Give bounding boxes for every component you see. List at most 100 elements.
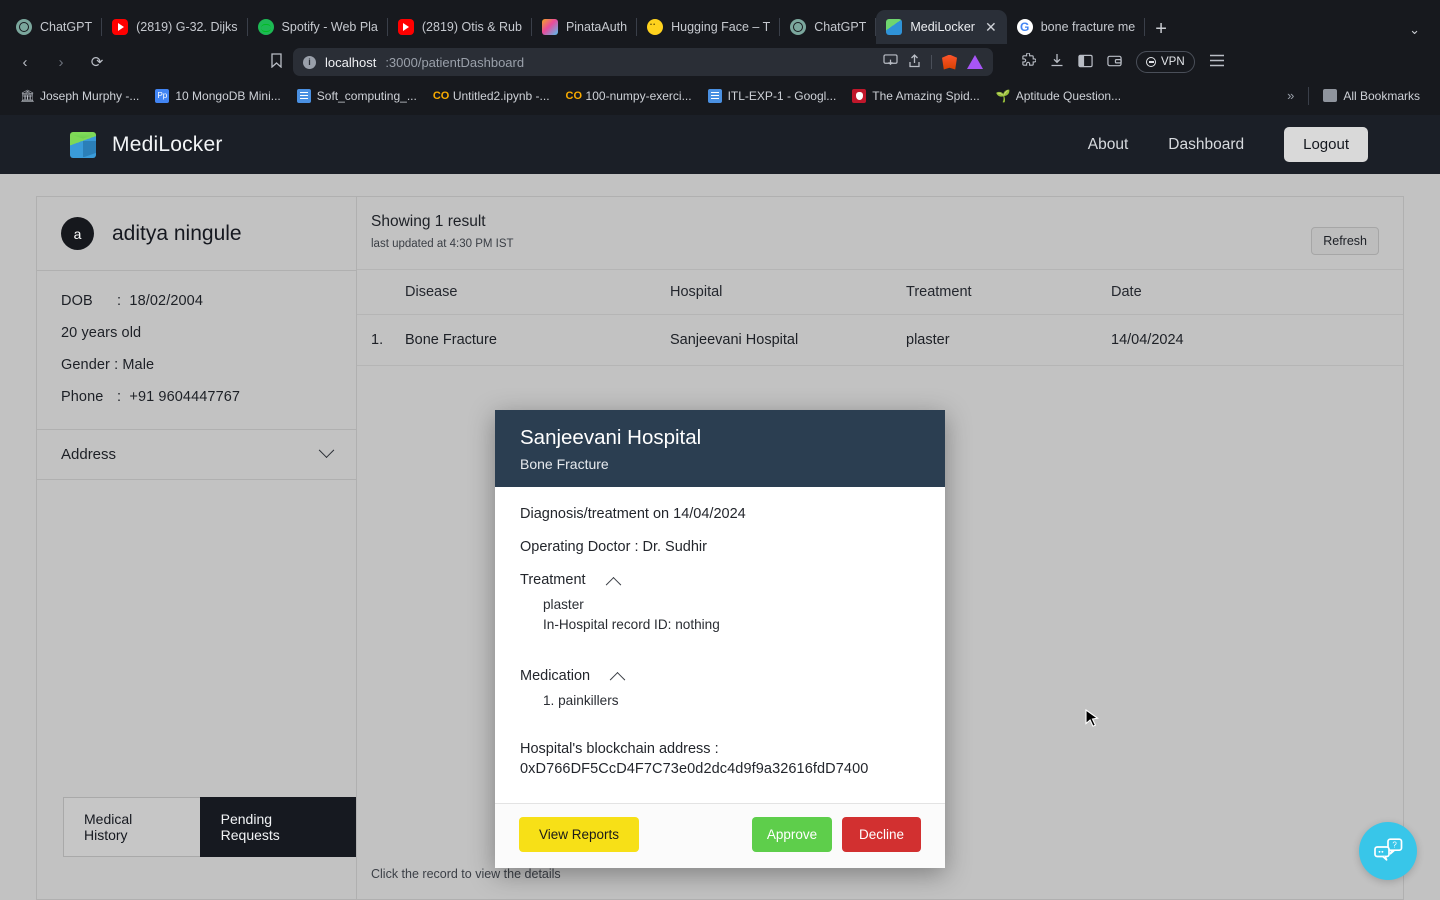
modal-subtitle: Bone Fracture [520, 456, 609, 472]
browser-tab[interactable]: Hugging Face – T [637, 10, 781, 44]
bookmark-item[interactable]: 🏛 Joseph Murphy -... [12, 86, 147, 106]
cast-icon[interactable] [883, 54, 898, 70]
huggingface-icon [647, 19, 664, 35]
close-icon[interactable]: ✕ [985, 20, 997, 34]
new-tab-button[interactable]: + [1145, 14, 1177, 44]
youtube-icon [112, 19, 129, 35]
tab-label: Hugging Face – T [671, 20, 771, 34]
bookmarks-bar: 🏛 Joseph Murphy -... 10 MongoDB Mini... … [0, 80, 1440, 111]
modal-title: Sanjeevani Hospital [520, 426, 702, 449]
diagnosis-line: Diagnosis/treatment on 14/04/2024 [520, 506, 746, 522]
decline-button[interactable]: Decline [842, 817, 921, 853]
url-path: :3000/patientDashboard [385, 54, 525, 70]
bookmarks-overflow-area: » All Bookmarks [1279, 86, 1428, 106]
svg-text:?: ? [1392, 840, 1397, 849]
app-viewport: MediLocker About Dashboard Logout a adit… [0, 115, 1440, 900]
bookmark-item[interactable]: CO Untitled2.ipynb -... [425, 86, 558, 106]
downloads-icon[interactable] [1050, 53, 1064, 71]
docs-icon [707, 88, 722, 103]
share-icon[interactable] [908, 53, 921, 71]
all-bookmarks-button[interactable]: All Bookmarks [1315, 86, 1428, 106]
tab-label: PinataAuth [565, 20, 628, 34]
spider-icon [852, 88, 867, 103]
chatgpt-icon [790, 19, 807, 35]
bookmark-label: Untitled2.ipynb -... [452, 88, 550, 103]
treatment-item: In-Hospital record ID: nothing [543, 617, 720, 633]
tabstrip-right: ⌄ [1397, 22, 1432, 44]
chevron-down-icon[interactable]: ⌄ [1397, 22, 1432, 38]
reload-button[interactable]: ⟳ [84, 49, 110, 75]
tab-label: bone fracture me [1040, 20, 1136, 34]
vpn-button[interactable]: VPN [1136, 51, 1195, 73]
bookmark-item[interactable]: ITL-EXP-1 - Googl... [700, 86, 845, 106]
blockchain-label: Hospital's blockchain address : [520, 741, 719, 758]
tab-label: MediLocker [910, 20, 975, 34]
tab-label: ChatGPT [814, 20, 867, 34]
sidebar-toggle-icon[interactable] [1078, 54, 1093, 71]
vpn-label: VPN [1161, 56, 1185, 68]
docs-icon [296, 88, 311, 103]
tab-label: ChatGPT [40, 20, 93, 34]
perplexity-icon [155, 88, 170, 103]
menu-icon[interactable] [1209, 54, 1225, 70]
bookmark-label: 100-numpy-exerci... [585, 88, 692, 103]
browser-tab-active[interactable]: MediLocker ✕ [876, 10, 1007, 44]
view-reports-button[interactable]: View Reports [519, 817, 639, 853]
browser-tab[interactable]: Spotify - Web Pla [248, 10, 389, 44]
brave-shields-icon[interactable] [942, 54, 957, 70]
blockchain-address-block: Hospital's blockchain address : 0xD766DF… [520, 741, 920, 777]
bookmark-item[interactable]: CO 100-numpy-exerci... [558, 86, 700, 106]
browser-tab[interactable]: (2819) Otis & Rub [388, 10, 532, 44]
navigation-bar: ‹ › ⟳ i localhost:3000/patientDashboard [0, 44, 1440, 80]
bookmark-label: Soft_computing_... [316, 88, 417, 103]
tab-label: (2819) G-32. Dijks [136, 20, 238, 34]
extensions-icon[interactable] [1021, 52, 1037, 71]
tab-label: Spotify - Web Pla [281, 20, 378, 34]
browser-tab[interactable]: ChatGPT [6, 10, 103, 44]
bookmark-item[interactable]: Soft_computing_... [289, 86, 425, 106]
all-bookmarks-label: All Bookmarks [1343, 88, 1420, 103]
modal-footer: View Reports Approve Decline [495, 803, 945, 869]
browser-tab[interactable]: (2819) G-32. Dijks [102, 10, 248, 44]
youtube-icon [397, 19, 414, 35]
tab-strip: ChatGPT (2819) G-32. Dijks Spotify - Web… [0, 0, 1440, 44]
modal-overlay[interactable]: Sanjeevani Hospital Bone Fracture Diagno… [0, 115, 1440, 900]
bookmark-glyph [271, 53, 282, 69]
overflow-icon[interactable]: » [1279, 88, 1302, 103]
url-wrapper: i localhost:3000/patientDashboard VPN [120, 48, 1428, 76]
bookmark-item[interactable]: 10 MongoDB Mini... [147, 86, 288, 106]
spotify-icon [257, 19, 274, 35]
treatment-item: plaster [543, 597, 584, 612]
folder-icon [1323, 89, 1338, 102]
record-detail-modal: Sanjeevani Hospital Bone Fracture Diagno… [495, 410, 945, 869]
url-host: localhost [325, 54, 377, 70]
treatment-header[interactable]: Treatment [520, 572, 920, 593]
bookmark-item[interactable]: The Amazing Spid... [844, 86, 987, 106]
bookmark-label: ITL-EXP-1 - Googl... [727, 88, 837, 103]
bookmark-label: Joseph Murphy -... [40, 88, 140, 103]
tab-label: (2819) Otis & Rub [421, 20, 522, 34]
leo-ai-icon[interactable] [967, 55, 983, 69]
divider [931, 55, 932, 69]
forward-button[interactable]: › [48, 49, 74, 75]
address-bar[interactable]: i localhost:3000/patientDashboard [293, 48, 993, 76]
browser-tab[interactable]: bone fracture me [1007, 10, 1146, 44]
chat-support-button[interactable]: ? [1359, 822, 1417, 880]
medication-section: Medication 1. painkillers [520, 668, 920, 711]
colab-icon: CO [432, 89, 450, 102]
bookmark-label: The Amazing Spid... [872, 88, 980, 103]
medication-item: 1. painkillers [543, 692, 619, 708]
browser-tab[interactable]: PinataAuth [532, 10, 638, 44]
chatgpt-icon [16, 19, 32, 35]
wallet-icon[interactable] [1107, 54, 1122, 71]
approve-button[interactable]: Approve [752, 817, 832, 853]
browser-tab[interactable]: ChatGPT [780, 10, 877, 44]
bookmark-item[interactable]: 🌱 Aptitude Question... [988, 86, 1129, 106]
back-button[interactable]: ‹ [12, 49, 38, 75]
medilocker-icon [886, 19, 903, 35]
bookmark-icon[interactable] [270, 53, 283, 71]
bookmark-label: Aptitude Question... [1015, 88, 1122, 103]
omnibox-actions [883, 53, 983, 71]
medication-header[interactable]: Medication [520, 668, 920, 688]
